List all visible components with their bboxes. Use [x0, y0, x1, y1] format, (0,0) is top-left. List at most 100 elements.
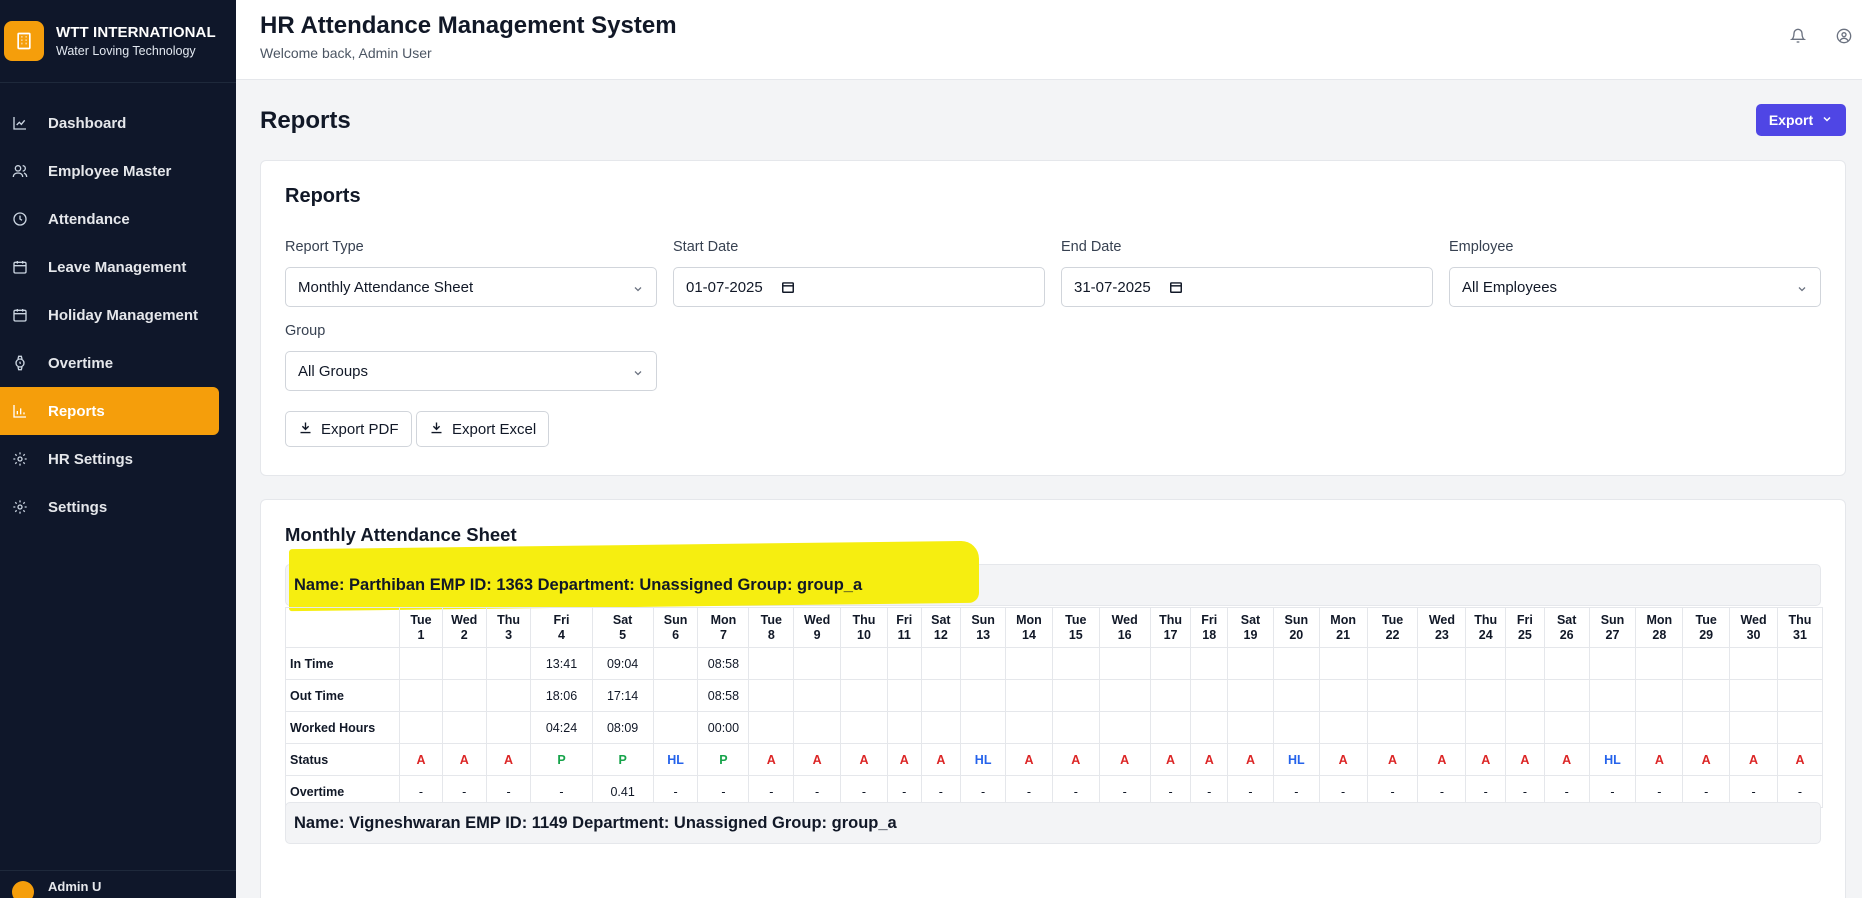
day-header: Fri 4 [530, 607, 593, 648]
worked-hours-cell [652, 711, 699, 744]
in-time-cell [1465, 647, 1507, 680]
worked-hours-cell [1005, 711, 1053, 744]
sidebar-item-label: Attendance [48, 210, 130, 228]
end-date-label: End Date [1061, 239, 1122, 255]
in-time-cell [485, 647, 532, 680]
employee-label: Employee [1449, 239, 1514, 255]
start-date-label: Start Date [673, 239, 739, 255]
status-cell: A [1051, 743, 1100, 776]
export-pdf-button[interactable]: Export PDF [285, 411, 412, 447]
report-type-label: Report Type [285, 239, 364, 255]
out-time-cell [1543, 679, 1590, 712]
calendar-icon[interactable] [781, 280, 795, 294]
day-header: Sun 20 [1272, 607, 1320, 648]
in-time-cell [1366, 647, 1419, 680]
day-header: Fri 25 [1505, 607, 1545, 648]
day-header: Thu 3 [485, 607, 532, 648]
in-time-cell [1005, 647, 1053, 680]
sidebar-item-dashboard[interactable]: Dashboard [0, 99, 219, 147]
out-time-label: Out Time [284, 679, 401, 712]
chevron-down-icon [632, 366, 644, 378]
status-cell: P [591, 743, 654, 776]
out-time-cell [1005, 679, 1053, 712]
out-time-cell [1366, 679, 1419, 712]
bell-icon[interactable] [1789, 28, 1808, 46]
worked-hours-cell [1417, 711, 1467, 744]
status-cell: A [1227, 743, 1274, 776]
status-cell: A [1776, 743, 1824, 776]
day-header: Mon 21 [1318, 607, 1368, 648]
out-time-cell [1272, 679, 1320, 712]
in-time-cell: 08:58 [697, 647, 750, 680]
calendar-icon[interactable] [1169, 280, 1183, 294]
sidebar-item-label: Dashboard [48, 114, 127, 132]
sidebar-item-settings[interactable]: Settings [0, 483, 219, 531]
sidebar-item-label: Overtime [48, 354, 114, 372]
employee-select[interactable]: All Employees [1449, 267, 1821, 307]
page-title: Reports [260, 107, 351, 134]
in-time-cell [652, 647, 699, 680]
user-name: Admin U [48, 879, 102, 894]
status-cell: A [1098, 743, 1151, 776]
worked-hours-cell [886, 711, 922, 744]
status-cell: A [748, 743, 795, 776]
user-circle-icon[interactable] [1836, 28, 1854, 46]
in-time-cell [1729, 647, 1778, 680]
out-time-cell [399, 679, 443, 712]
start-date-input[interactable]: 01-07-2025 [673, 267, 1045, 307]
chevron-down-icon [632, 282, 644, 294]
out-time-cell [1588, 679, 1637, 712]
in-time-cell [1635, 647, 1684, 680]
welcome-text: Welcome back, Admin User [260, 45, 432, 61]
sidebar-user[interactable]: Admin U [0, 870, 236, 898]
out-time-cell [1098, 679, 1151, 712]
gear-icon [12, 451, 28, 467]
worked-hours-cell [960, 711, 1007, 744]
day-header: Tue 15 [1051, 607, 1100, 648]
sidebar-item-label: Leave Management [48, 258, 187, 276]
chevron-down-icon [1821, 112, 1833, 128]
status-cell: A [1366, 743, 1419, 776]
day-header: Tue 29 [1682, 607, 1731, 648]
sidebar-item-label: Reports [48, 402, 105, 420]
export-excel-label: Export Excel [452, 420, 537, 438]
table-row: Worked Hours 04:24 08:09 00:00 [284, 711, 1824, 744]
in-time-cell [840, 647, 888, 680]
status-cell: A [1149, 743, 1192, 776]
clock-icon [12, 211, 28, 227]
sheet-title: Monthly Attendance Sheet [285, 524, 517, 545]
export-button[interactable]: Export [1756, 104, 1846, 136]
table-row: In Time 13:41 09:04 08:58 [284, 647, 1824, 680]
day-header: Thu 10 [840, 607, 888, 648]
worked-hours-cell [1227, 711, 1274, 744]
out-time-cell [1682, 679, 1731, 712]
worked-hours-cell [1682, 711, 1731, 744]
worked-hours-cell [1051, 711, 1100, 744]
out-time-cell: 17:14 [591, 679, 654, 712]
sidebar-item-reports[interactable]: Reports [0, 387, 219, 435]
sidebar-item-overtime[interactable]: Overtime [0, 339, 219, 387]
sidebar-item-holiday-management[interactable]: Holiday Management [0, 291, 219, 339]
sidebar-item-leave-management[interactable]: Leave Management [0, 243, 219, 291]
day-header: Wed 23 [1417, 607, 1467, 648]
export-excel-button[interactable]: Export Excel [416, 411, 550, 447]
day-header: Sun 6 [652, 607, 699, 648]
out-time-cell [1417, 679, 1467, 712]
worked-hours-cell [840, 711, 888, 744]
end-date-input[interactable]: 31-07-2025 [1061, 267, 1433, 307]
out-time-cell [793, 679, 842, 712]
employee-banner: Name: Vigneshwaran EMP ID: 1149 Departme… [285, 802, 1821, 844]
sidebar: WTT INTERNATIONAL Water Loving Technolog… [0, 0, 236, 898]
out-time-cell [652, 679, 699, 712]
in-time-cell [920, 647, 962, 680]
status-cell: A [920, 743, 962, 776]
group-select[interactable]: All Groups [285, 351, 657, 391]
in-time-cell [1098, 647, 1151, 680]
out-time-cell [1318, 679, 1368, 712]
report-type-select[interactable]: Monthly Attendance Sheet [285, 267, 657, 307]
worked-hours-cell [1366, 711, 1419, 744]
sidebar-item-employee-master[interactable]: Employee Master [0, 147, 219, 195]
sidebar-item-attendance[interactable]: Attendance [0, 195, 219, 243]
worked-hours-cell [1776, 711, 1824, 744]
sidebar-item-hr-settings[interactable]: HR Settings [0, 435, 219, 483]
